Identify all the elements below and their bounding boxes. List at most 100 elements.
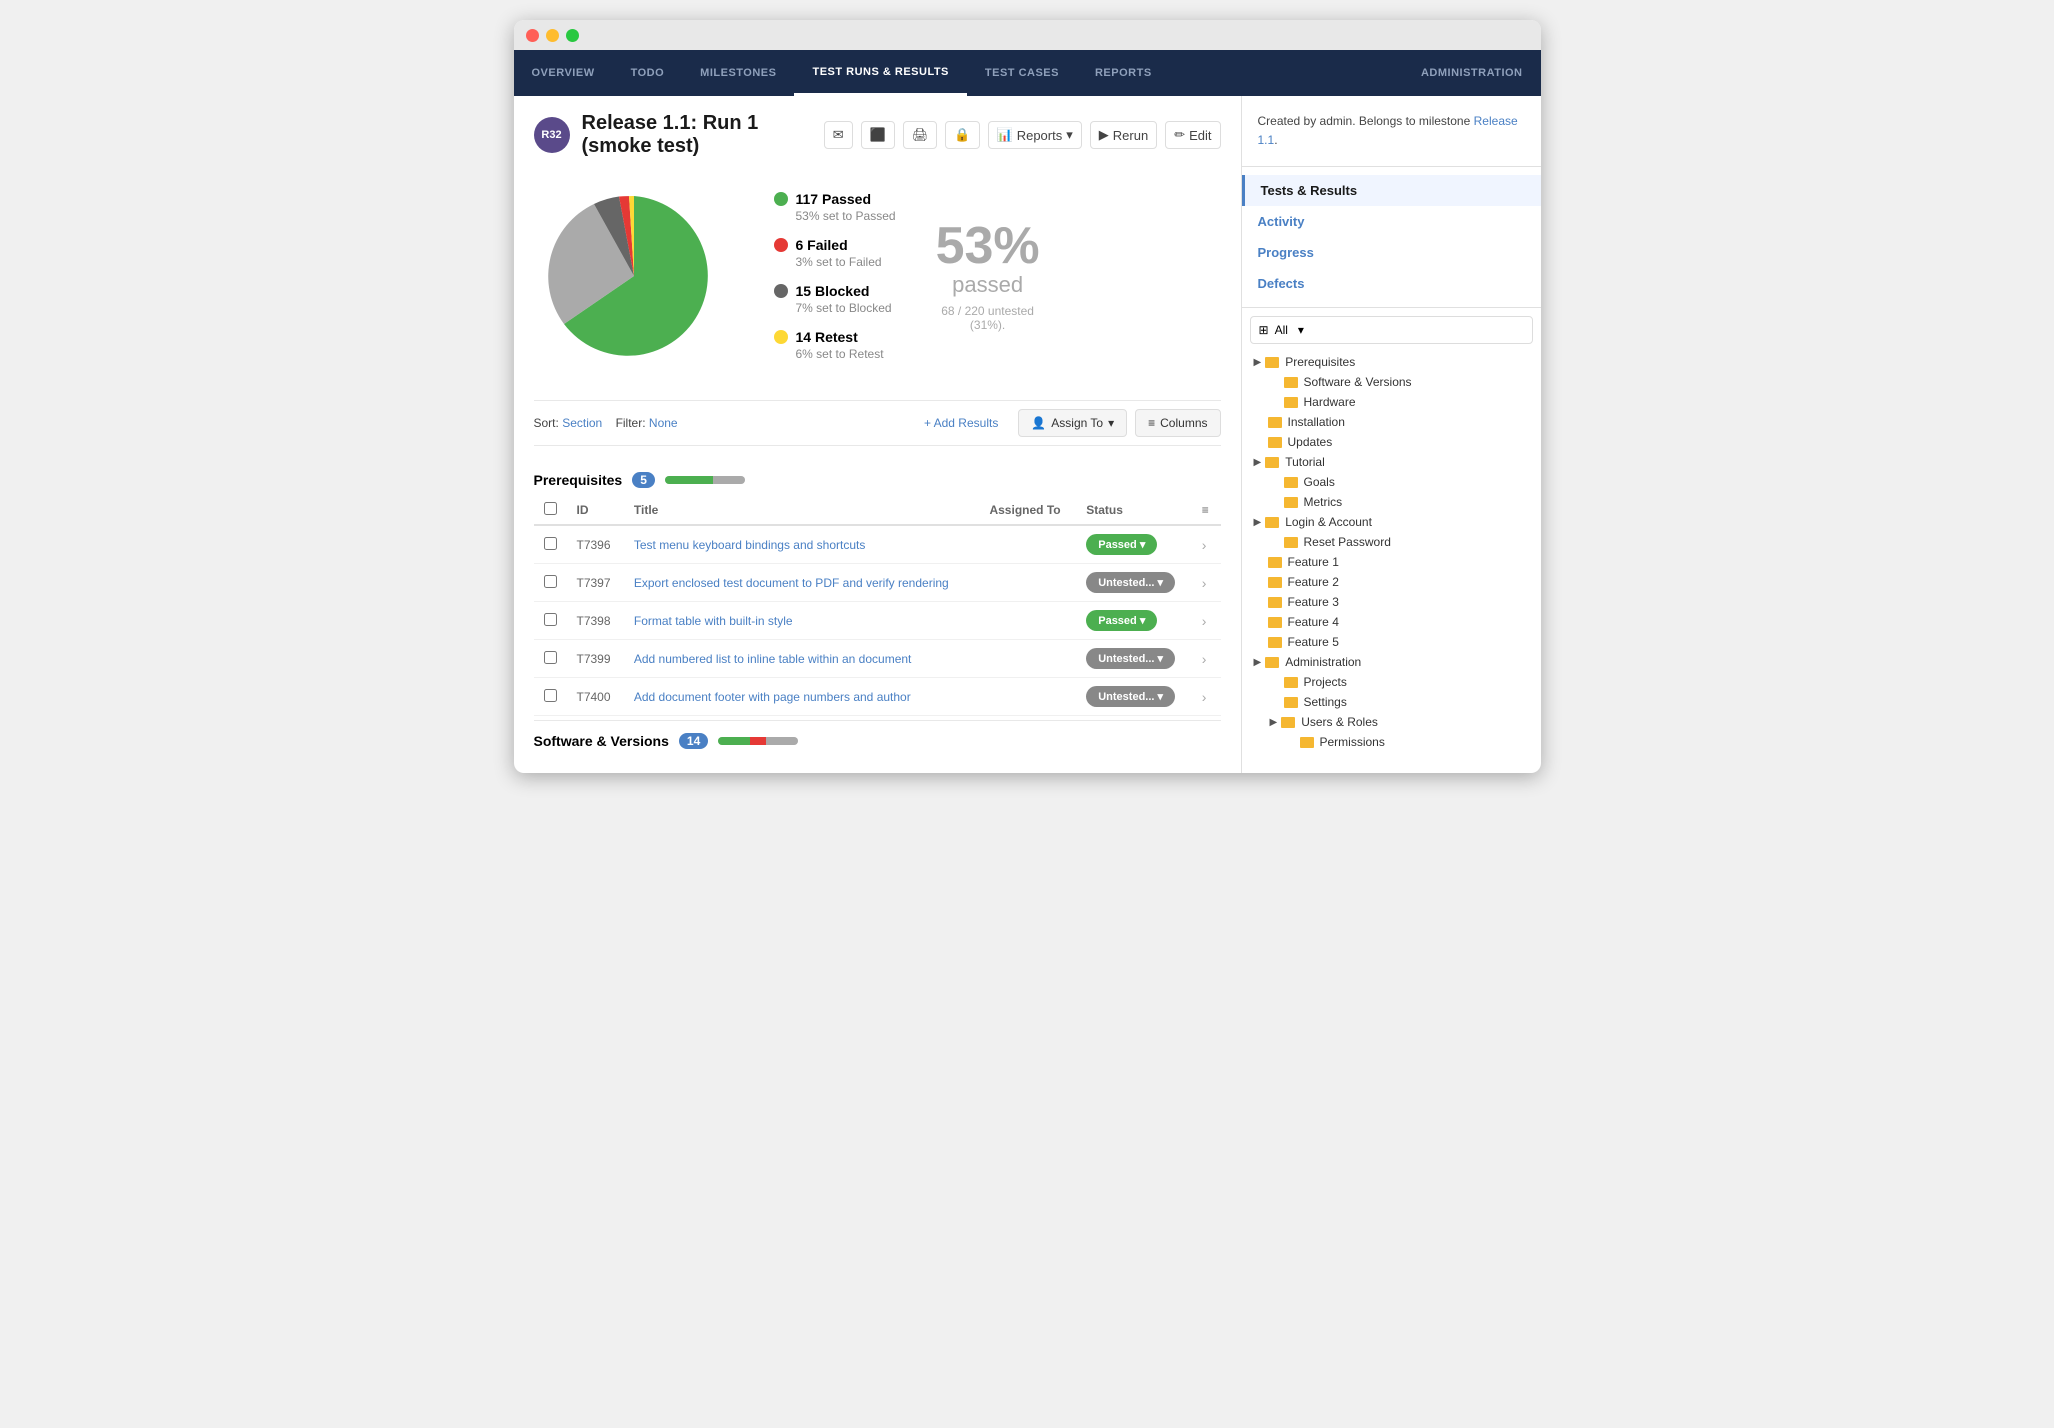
tree-item[interactable]: ▶ Users & Roles: [1266, 712, 1533, 732]
tree-label: Installation: [1288, 415, 1345, 429]
tree-item[interactable]: Goals: [1266, 472, 1533, 492]
status-badge[interactable]: Passed ▾: [1086, 534, 1157, 555]
toolbar: Sort: Section Filter: None + Add Results…: [534, 400, 1221, 446]
test-status[interactable]: Untested... ▾: [1076, 640, 1192, 678]
test-title-link[interactable]: Format table with built-in style: [634, 614, 793, 628]
sort-value[interactable]: Section: [562, 416, 602, 430]
tree-label: Software & Versions: [1304, 375, 1412, 389]
sidebar-nav-progress[interactable]: Progress: [1242, 237, 1541, 268]
col-actions: ≡: [1192, 496, 1221, 525]
sidebar-nav-defects[interactable]: Defects: [1242, 268, 1541, 299]
edit-icon: ✏: [1174, 127, 1185, 143]
minimize-button[interactable]: [546, 29, 559, 42]
row-chevron[interactable]: ›: [1202, 613, 1207, 629]
row-chevron[interactable]: ›: [1202, 575, 1207, 591]
columns-button[interactable]: ≡ Columns: [1135, 409, 1220, 437]
tree-item[interactable]: Software & Versions: [1266, 372, 1533, 392]
test-status[interactable]: Untested... ▾: [1076, 678, 1192, 716]
filter-label: Filter:: [616, 416, 646, 430]
status-badge[interactable]: Passed ▾: [1086, 610, 1157, 631]
test-title-link[interactable]: Add document footer with page numbers an…: [634, 690, 911, 704]
folder-icon: [1268, 597, 1282, 608]
tree-item[interactable]: Permissions: [1282, 732, 1533, 752]
tree-chevron-icon: ▶: [1270, 717, 1278, 728]
sidebar-nav-activity[interactable]: Activity: [1242, 206, 1541, 237]
row-chevron[interactable]: ›: [1202, 689, 1207, 705]
select-all-checkbox[interactable]: [544, 502, 557, 515]
rerun-button[interactable]: ▶ Rerun: [1090, 121, 1157, 149]
maximize-button[interactable]: [566, 29, 579, 42]
row-checkbox[interactable]: [544, 613, 557, 626]
folder-icon: [1284, 497, 1298, 508]
test-table: ID Title Assigned To Status ≡ T7396 Test…: [534, 496, 1221, 716]
nav-overview[interactable]: Overview: [514, 50, 613, 96]
tree-item[interactable]: Settings: [1266, 692, 1533, 712]
page-title: Release 1.1: Run 1 (smoke test): [582, 112, 812, 158]
edit-button[interactable]: ✏ Edit: [1165, 121, 1220, 149]
test-status[interactable]: Passed ▾: [1076, 602, 1192, 640]
tree-item[interactable]: Feature 5: [1250, 632, 1533, 652]
folder-icon: [1268, 577, 1282, 588]
tree-item[interactable]: Metrics: [1266, 492, 1533, 512]
test-title-link[interactable]: Export enclosed test document to PDF and…: [634, 576, 949, 590]
assign-to-button[interactable]: 👤 Assign To ▾: [1018, 409, 1127, 437]
row-chevron[interactable]: ›: [1202, 537, 1207, 553]
test-title-link[interactable]: Add numbered list to inline table within…: [634, 652, 912, 666]
tree-label: Settings: [1304, 695, 1347, 709]
status-badge[interactable]: Untested... ▾: [1086, 648, 1175, 669]
table-row: T7398 Format table with built-in style P…: [534, 602, 1221, 640]
add-results-button[interactable]: + Add Results: [912, 410, 1010, 436]
chart-legend: 117 Passed 53% set to Passed 6 Failed 3%…: [774, 191, 896, 361]
tree-item[interactable]: Projects: [1266, 672, 1533, 692]
tree-item[interactable]: ▶ Tutorial: [1250, 452, 1533, 472]
folder-icon: [1265, 357, 1279, 368]
row-checkbox[interactable]: [544, 575, 557, 588]
reports-button[interactable]: 📊 Reports ▾: [988, 121, 1082, 149]
tree-label: Feature 4: [1288, 615, 1339, 629]
nav-administration[interactable]: Administration: [1403, 50, 1541, 96]
tree-item[interactable]: ▶ Login & Account: [1250, 512, 1533, 532]
folder-icon: [1268, 617, 1282, 628]
test-assigned: [979, 564, 1076, 602]
status-badge[interactable]: Untested... ▾: [1086, 572, 1175, 593]
print-icon-btn[interactable]: 🖨: [903, 121, 938, 149]
legend-retest: 14 Retest 6% set to Retest: [774, 329, 896, 361]
row-checkbox[interactable]: [544, 689, 557, 702]
tree-item[interactable]: Hardware: [1266, 392, 1533, 412]
lock-icon-btn[interactable]: 🔒: [945, 121, 979, 149]
close-button[interactable]: [526, 29, 539, 42]
tree-item[interactable]: Installation: [1250, 412, 1533, 432]
nav-milestones[interactable]: Milestones: [682, 50, 794, 96]
tree-item[interactable]: Feature 2: [1250, 572, 1533, 592]
status-badge[interactable]: Untested... ▾: [1086, 686, 1175, 707]
tree-label: Users & Roles: [1301, 715, 1378, 729]
row-checkbox[interactable]: [544, 537, 557, 550]
tree-item[interactable]: ▶ Administration: [1250, 652, 1533, 672]
tree-item[interactable]: Updates: [1250, 432, 1533, 452]
test-status[interactable]: Untested... ▾: [1076, 564, 1192, 602]
tree-label: Login & Account: [1285, 515, 1372, 529]
nav-test-cases[interactable]: Test Cases: [967, 50, 1077, 96]
row-chevron[interactable]: ›: [1202, 651, 1207, 667]
tree-item[interactable]: ▶ Prerequisites: [1250, 352, 1533, 372]
tree-item[interactable]: Feature 4: [1250, 612, 1533, 632]
nav-reports[interactable]: Reports: [1077, 50, 1170, 96]
sidebar-nav-tests[interactable]: Tests & Results: [1242, 175, 1541, 206]
export-icon-btn[interactable]: ⬛: [861, 121, 895, 149]
test-status[interactable]: Passed ▾: [1076, 525, 1192, 564]
nav-todo[interactable]: Todo: [613, 50, 683, 96]
nav-test-runs[interactable]: Test Runs & Results: [794, 50, 966, 96]
tree-filter[interactable]: ⊞ All ▾: [1250, 316, 1533, 344]
tree-item[interactable]: Feature 1: [1250, 552, 1533, 572]
email-icon-btn[interactable]: ✉: [824, 121, 853, 149]
tree-label: Feature 3: [1288, 595, 1339, 609]
folder-icon: [1284, 397, 1298, 408]
tree-item[interactable]: Feature 3: [1250, 592, 1533, 612]
folder-icon: [1284, 477, 1298, 488]
page-header: R32 Release 1.1: Run 1 (smoke test) ✉ ⬛ …: [534, 112, 1221, 158]
test-title-link[interactable]: Test menu keyboard bindings and shortcut…: [634, 538, 865, 552]
filter-value[interactable]: None: [649, 416, 678, 430]
tree-item[interactable]: Reset Password: [1266, 532, 1533, 552]
row-checkbox[interactable]: [544, 651, 557, 664]
big-stat: 53% passed 68 / 220 untested (31%).: [936, 220, 1040, 332]
